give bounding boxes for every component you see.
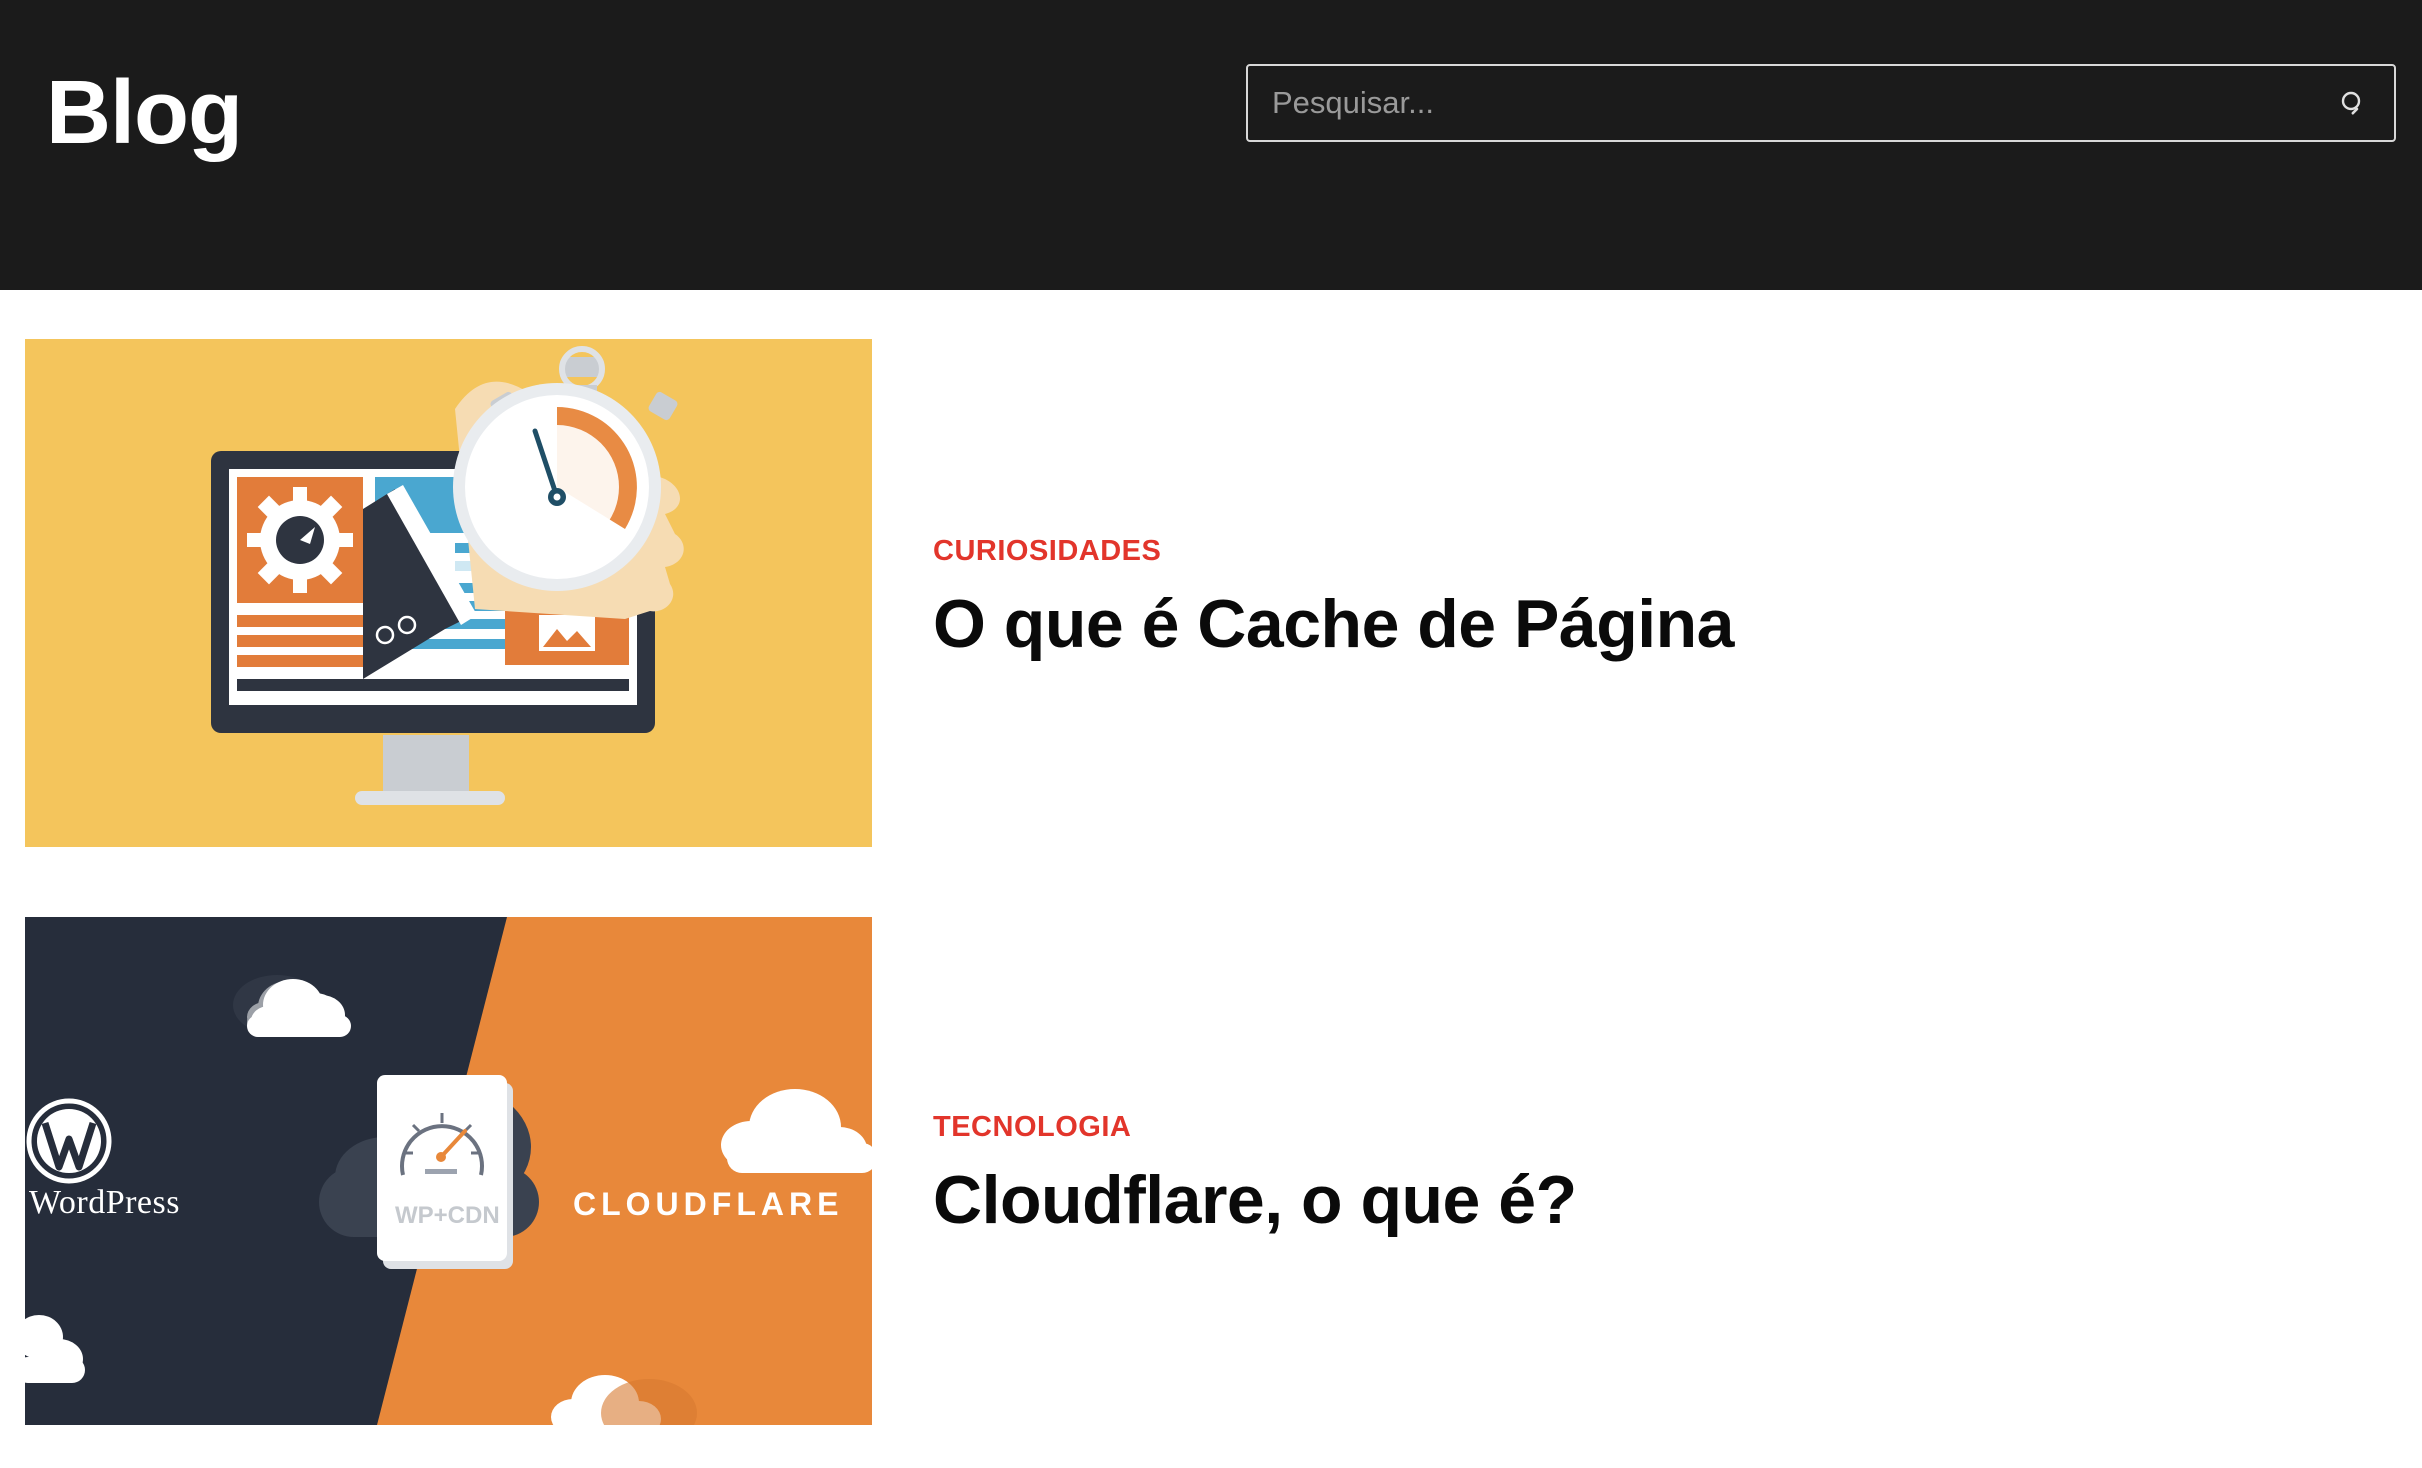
search-input[interactable] bbox=[1248, 66, 2332, 140]
cloudflare-label: CLOUDFLARE bbox=[573, 1186, 843, 1222]
post-category-link[interactable]: TECNOLOGIA bbox=[933, 1109, 1131, 1145]
cloudflare-illustration: WordPress WP+CDN CLOUDFLARE bbox=[25, 917, 872, 1425]
site-header: Blog bbox=[0, 0, 2422, 290]
post-title-link[interactable]: Cloudflare, o que é? bbox=[933, 1159, 2333, 1241]
post-meta: CURIOSIDADES O que é Cache de Página bbox=[933, 533, 2333, 665]
search-button[interactable] bbox=[2326, 76, 2380, 130]
wp-cdn-label: WP+CDN bbox=[395, 1202, 500, 1229]
post-thumbnail-cloudflare[interactable]: WordPress WP+CDN CLOUDFLARE bbox=[25, 917, 872, 1425]
post-meta: TECNOLOGIA Cloudflare, o que é? bbox=[933, 1109, 2333, 1241]
search-icon bbox=[2341, 91, 2361, 115]
search-box bbox=[1246, 64, 2396, 142]
wordpress-label: WordPress bbox=[29, 1184, 180, 1221]
post-category-link[interactable]: CURIOSIDADES bbox=[933, 533, 1161, 569]
post-item: WordPress WP+CDN CLOUDFLARE TECNOLOGIA C… bbox=[25, 917, 2395, 1427]
post-thumbnail-cache[interactable] bbox=[25, 339, 872, 847]
post-item: CURIOSIDADES O que é Cache de Página bbox=[25, 339, 2395, 849]
post-title-link[interactable]: O que é Cache de Página bbox=[933, 583, 2333, 665]
blog-title: Blog bbox=[46, 63, 243, 163]
cache-illustration bbox=[25, 339, 872, 847]
